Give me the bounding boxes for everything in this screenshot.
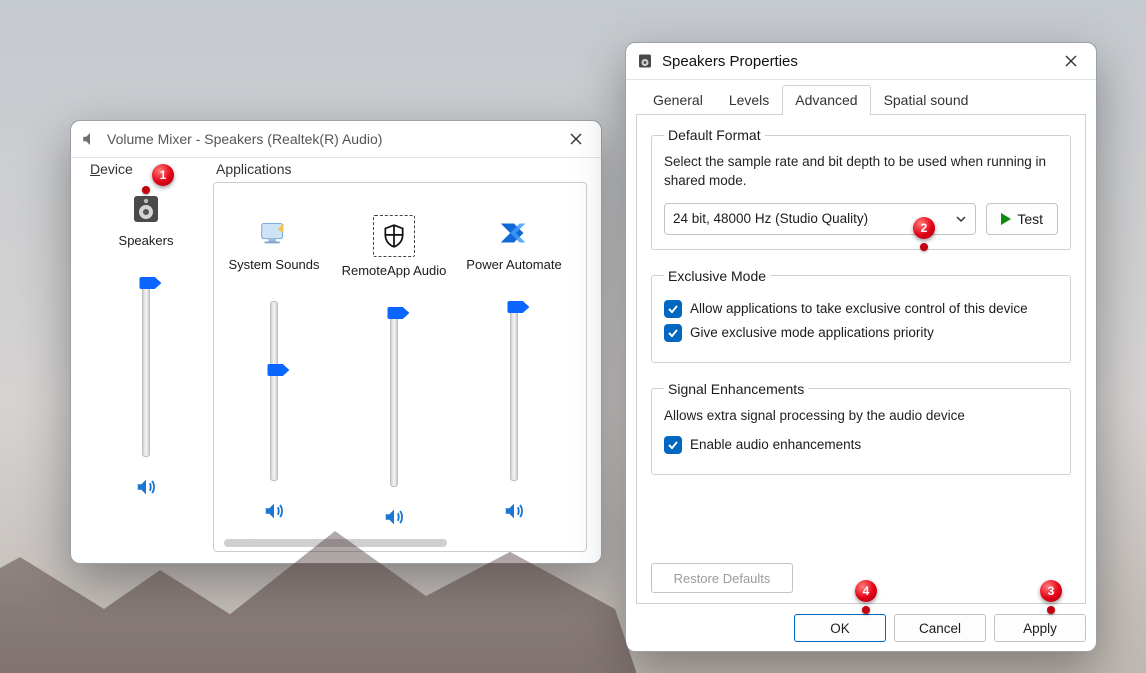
mixer-body: Device Speakers (71, 158, 601, 564)
device-mute-button[interactable] (132, 475, 160, 499)
device-column: Speakers (86, 183, 206, 499)
applications-panel: Applications System Sounds (213, 182, 587, 552)
props-title: Speakers Properties (662, 53, 1054, 70)
slider-thumb[interactable] (507, 301, 529, 313)
annotation-2: 2 (913, 217, 935, 239)
device-panel: Device Speakers (85, 158, 205, 552)
slider-thumb[interactable] (267, 364, 289, 376)
checkbox-checked-icon (664, 300, 682, 318)
app-column-remoteapp: RemoteApp Audio (334, 207, 454, 551)
volume-mixer-window: Volume Mixer - Speakers (Realtek(R) Audi… (70, 120, 602, 564)
props-close-button[interactable] (1054, 47, 1088, 75)
dialog-button-row: OK Cancel Apply (636, 604, 1086, 642)
default-format-hint: Select the sample rate and bit depth to … (664, 153, 1058, 191)
props-titlebar[interactable]: Speakers Properties (626, 43, 1096, 80)
shield-icon[interactable] (373, 215, 415, 257)
exclusive-mode-legend: Exclusive Mode (664, 268, 770, 284)
test-button[interactable]: Test (986, 203, 1058, 235)
enable-enhancements-checkbox[interactable]: Enable audio enhancements (664, 436, 1058, 454)
slider-thumb[interactable] (387, 307, 409, 319)
checkbox-checked-icon (664, 324, 682, 342)
restore-defaults-button[interactable]: Restore Defaults (651, 563, 793, 593)
device-section-label: Device (90, 161, 133, 177)
app-column-system-sounds: System Sounds (214, 207, 334, 551)
mixer-close-button[interactable] (559, 125, 593, 153)
advanced-tab-panel: Default Format Select the sample rate an… (636, 115, 1086, 604)
tab-advanced[interactable]: Advanced (782, 85, 870, 115)
device-volume-slider[interactable] (134, 277, 158, 457)
signal-enhancements-group: Signal Enhancements Allows extra signal … (651, 381, 1071, 475)
annotation-4: 4 (855, 580, 877, 602)
default-format-legend: Default Format (664, 127, 765, 143)
app-volume-slider[interactable] (502, 301, 526, 481)
app-label: System Sounds (226, 257, 321, 291)
apply-button[interactable]: Apply (994, 614, 1086, 642)
props-body: General Levels Advanced Spatial sound De… (626, 80, 1096, 652)
chevron-down-icon (955, 213, 967, 225)
props-tabs: General Levels Advanced Spatial sound (636, 84, 1086, 115)
app-column-power-automate: Power Automate (454, 207, 574, 551)
exclusive-mode-group: Exclusive Mode Allow applications to tak… (651, 268, 1071, 363)
app-volume-slider[interactable] (262, 301, 286, 481)
tab-spatial-sound[interactable]: Spatial sound (871, 85, 982, 115)
speakers-properties-window: Speakers Properties General Levels Advan… (625, 42, 1097, 652)
annotation-1: 1 (152, 164, 174, 186)
app-label: RemoteApp Audio (340, 263, 449, 297)
signal-enhancements-hint: Allows extra signal processing by the au… (664, 407, 1058, 426)
allow-exclusive-checkbox[interactable]: Allow applications to take exclusive con… (664, 300, 1058, 318)
slider-thumb[interactable] (139, 277, 161, 289)
power-automate-icon[interactable] (496, 215, 532, 251)
app-label: Power Automate (464, 257, 563, 291)
system-sounds-icon[interactable] (256, 215, 292, 251)
signal-enhancements-legend: Signal Enhancements (664, 381, 808, 397)
speaker-device-icon (636, 52, 654, 70)
mixer-title: Volume Mixer - Speakers (Realtek(R) Audi… (107, 131, 559, 147)
speaker-icon (81, 130, 99, 148)
speaker-device-icon[interactable] (128, 191, 164, 227)
tab-levels[interactable]: Levels (716, 85, 782, 115)
device-label: Speakers (117, 233, 176, 267)
play-icon (1001, 213, 1011, 225)
checkbox-checked-icon (664, 436, 682, 454)
app-mute-button[interactable] (500, 499, 528, 523)
desktop: Volume Mixer - Speakers (Realtek(R) Audi… (0, 0, 1146, 673)
mixer-titlebar[interactable]: Volume Mixer - Speakers (Realtek(R) Audi… (71, 121, 601, 158)
cancel-button[interactable]: Cancel (894, 614, 986, 642)
app-mute-button[interactable] (260, 499, 288, 523)
app-mute-button[interactable] (380, 505, 408, 529)
exclusive-priority-checkbox[interactable]: Give exclusive mode applications priorit… (664, 324, 1058, 342)
annotation-3: 3 (1040, 580, 1062, 602)
applications-section-label: Applications (216, 161, 292, 177)
app-volume-slider[interactable] (382, 307, 406, 487)
tab-general[interactable]: General (640, 85, 716, 115)
sample-format-value: 24 bit, 48000 Hz (Studio Quality) (673, 211, 868, 226)
ok-button[interactable]: OK (794, 614, 886, 642)
default-format-group: Default Format Select the sample rate an… (651, 127, 1071, 250)
